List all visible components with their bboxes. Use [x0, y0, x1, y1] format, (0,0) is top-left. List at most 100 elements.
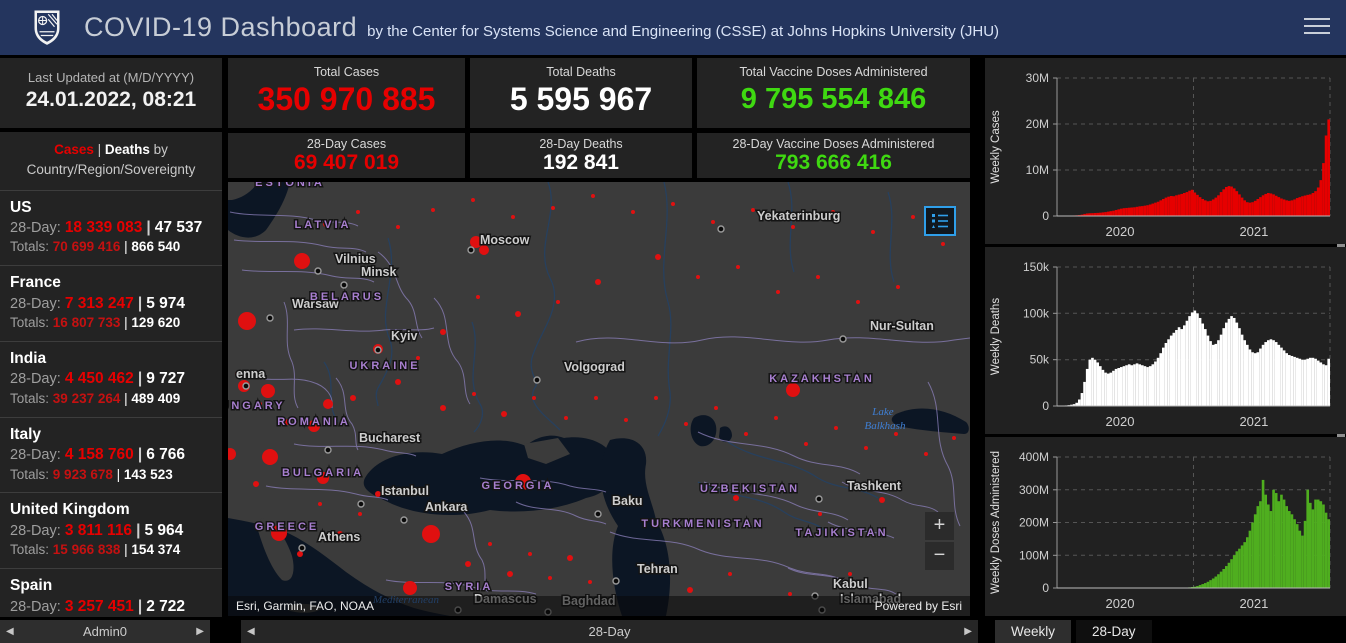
zoom-out-button[interactable]: − [925, 542, 954, 570]
svg-text:Weekly Deaths: Weekly Deaths [990, 298, 1002, 375]
svg-text:Bucharest: Bucharest [359, 431, 421, 445]
total-deaths-panel: Total Deaths 5 595 967 [470, 58, 692, 128]
esri-attribution-text: Esri, Garmin, FAO, NOAA [236, 599, 375, 613]
country-totals-line: Totals: 9 923 678 | 143 523 [10, 466, 173, 482]
country-item[interactable]: India 28-Day: 4 450 462 | 9 727 Totals: 39… [0, 342, 222, 418]
svg-text:GEORGIA: GEORGIA [482, 480, 555, 492]
svg-text:ROMANIA: ROMANIA [277, 416, 351, 428]
tab-weekly[interactable]: Weekly [995, 620, 1072, 643]
country-28day-line: 28-Day: 4 158 760 | 6 766 [10, 446, 185, 464]
total-cases-panel: Total Cases 350 970 885 [228, 58, 465, 128]
svg-text:200M: 200M [1019, 516, 1049, 530]
country-name: Spain [10, 577, 53, 595]
powered-by-esri-text: Powered by Esri [874, 599, 962, 613]
svg-text:Yekaterinburg: Yekaterinburg [757, 209, 840, 223]
country-totals-line: Totals: 15 966 838 | 154 374 [10, 542, 181, 558]
country-list-header: Cases | Deaths by Country/Region/Soverei… [0, 132, 222, 191]
cases-header-label: Cases [54, 142, 94, 157]
svg-text:Baku: Baku [612, 494, 643, 508]
map-land [228, 182, 970, 616]
svg-text:2021: 2021 [1239, 414, 1268, 429]
svg-text:Weekly Cases: Weekly Cases [990, 110, 1002, 184]
weekly-doses-chart[interactable]: 0 100M 200M 300M 400M 2020 2021 Weekly Doses Ad… [985, 437, 1346, 616]
svg-text:400M: 400M [1019, 450, 1049, 464]
day28-deaths-value: 192 841 [543, 151, 619, 174]
country-list-panel: Cases | Deaths by Country/Region/Soverei… [0, 132, 222, 617]
svg-text:Tehran: Tehran [637, 562, 678, 576]
admin-level-bar: ◀ Admin0 ▶ [0, 620, 210, 643]
deaths-header-label: Deaths [104, 142, 150, 157]
country-name: India [10, 349, 47, 367]
country-item[interactable]: Spain28-Day: 3 257 451 | 2 722Totals: 8 … [0, 569, 222, 617]
period-next-arrow[interactable]: ▶ [958, 626, 978, 637]
admin-bar-label: Admin0 [82, 624, 128, 639]
svg-text:Kyiv: Kyiv [391, 329, 417, 343]
country-28day-line: 28-Day: 4 450 462 | 9 727 [10, 370, 185, 388]
svg-text:10M: 10M [1026, 163, 1049, 177]
day28-cases-value: 69 407 019 [293, 151, 400, 174]
total-cases-label: Total Cases [313, 65, 380, 79]
jhu-shield-icon [34, 10, 60, 45]
country-totals-line: Totals: 70 699 416 | 866 540 [10, 239, 181, 255]
svg-text:UZBEKISTAN: UZBEKISTAN [700, 483, 800, 495]
app-header: COVID-19 Dashboard by the Center for Sys… [0, 0, 1346, 55]
world-map[interactable]: Moscow Yekaterinburg Vilnius Minsk Warsaw Kyi… [228, 182, 970, 616]
chart-period-tabs: Weekly 28-Day [995, 620, 1152, 643]
country-28day-line: 28-Day: 7 313 247 | 5 974 [10, 294, 185, 312]
admin-next-arrow[interactable]: ▶ [190, 626, 210, 637]
weekly-cases-chart[interactable]: 0 10M 20M 30M 2020 2021 Weekly Cases [985, 58, 1346, 244]
svg-text:Volgograd: Volgograd [564, 360, 625, 374]
svg-text:Balkhash: Balkhash [865, 420, 906, 432]
period-prev-arrow[interactable]: ◀ [241, 626, 261, 637]
last-updated-panel: Last Updated at (M/D/YYYY) 24.01.2022, 0… [0, 58, 222, 128]
country-item[interactable]: US 28-Day: 18 339 083 | 47 537 Totals: 70 … [0, 191, 222, 267]
svg-text:Ankara: Ankara [425, 500, 468, 514]
svg-text:BELARUS: BELARUS [310, 291, 384, 303]
svg-text:150k: 150k [1023, 260, 1050, 274]
day28-cases-label: 28-Day Cases [306, 137, 387, 151]
day28-vaccine-label: 28-Day Vaccine Doses Administered [732, 137, 935, 151]
svg-text:enna: enna [236, 367, 266, 381]
country-header-line2: Country/Region/Sovereignty [26, 162, 196, 178]
country-name: US [10, 198, 32, 216]
weekly-deaths-chart[interactable]: 0 50k 100k 150k 2020 2021 Weekly Deaths [985, 247, 1346, 434]
svg-text:UKRAINE: UKRAINE [349, 360, 420, 372]
country-item[interactable]: France 28-Day: 7 313 247 | 5 974 Totals: 1… [0, 266, 222, 342]
admin-prev-arrow[interactable]: ◀ [0, 626, 20, 637]
zoom-in-button[interactable]: + [925, 512, 954, 540]
total-vaccine-label: Total Vaccine Doses Administered [739, 65, 928, 79]
svg-text:LATVIA: LATVIA [295, 219, 352, 231]
svg-text:100k: 100k [1023, 306, 1050, 320]
country-28day-line: 28-Day: 3 811 116 | 5 964 [10, 521, 184, 539]
svg-text:Lake: Lake [871, 406, 894, 418]
svg-text:TURKMENISTAN: TURKMENISTAN [641, 518, 764, 530]
country-28day-line: 28-Day: 18 339 083 | 47 537 [10, 218, 203, 236]
svg-text:Nur-Sultan: Nur-Sultan [870, 319, 934, 333]
map-attribution: Esri, Garmin, FAO, NOAA Powered by Esri [228, 596, 970, 616]
hamburger-menu-icon[interactable] [1304, 18, 1330, 37]
svg-text:100M: 100M [1019, 548, 1049, 562]
svg-text:0: 0 [1042, 581, 1049, 595]
svg-text:UNGARY: UNGARY [228, 400, 286, 412]
svg-text:GREECE: GREECE [255, 521, 319, 533]
layer-list-button[interactable] [924, 206, 956, 236]
svg-text:Weekly Doses Administered: Weekly Doses Administered [990, 451, 1002, 594]
svg-text:Kabul: Kabul [833, 577, 868, 591]
tab-28-day[interactable]: 28-Day [1076, 620, 1152, 643]
country-item[interactable]: Italy 28-Day: 4 158 760 | 6 766 Totals: 9 … [0, 418, 222, 494]
country-28day-line: 28-Day: 3 257 451 | 2 722 [10, 597, 185, 615]
country-item[interactable]: United Kingdom 28-Day: 3 811 116 | 5 964 T… [0, 493, 222, 570]
svg-text:20M: 20M [1026, 117, 1049, 131]
country-name: Italy [10, 425, 42, 443]
svg-text:TAJIKISTAN: TAJIKISTAN [795, 527, 888, 539]
day28-vaccine-value: 793 666 416 [775, 151, 892, 174]
svg-text:SYRIA: SYRIA [445, 581, 494, 593]
svg-text:KAZAKHSTAN: KAZAKHSTAN [769, 373, 875, 385]
svg-text:50k: 50k [1030, 353, 1050, 367]
svg-text:2021: 2021 [1239, 596, 1268, 611]
day28-deaths-label: 28-Day Deaths [539, 137, 623, 151]
map-bar-label: 28-Day [588, 624, 631, 639]
svg-text:Vilnius: Vilnius [335, 252, 376, 266]
day28-cases-panel: 28-Day Cases 69 407 019 [228, 133, 465, 178]
country-totals-line: Totals: 39 237 264 | 489 409 [10, 390, 181, 406]
